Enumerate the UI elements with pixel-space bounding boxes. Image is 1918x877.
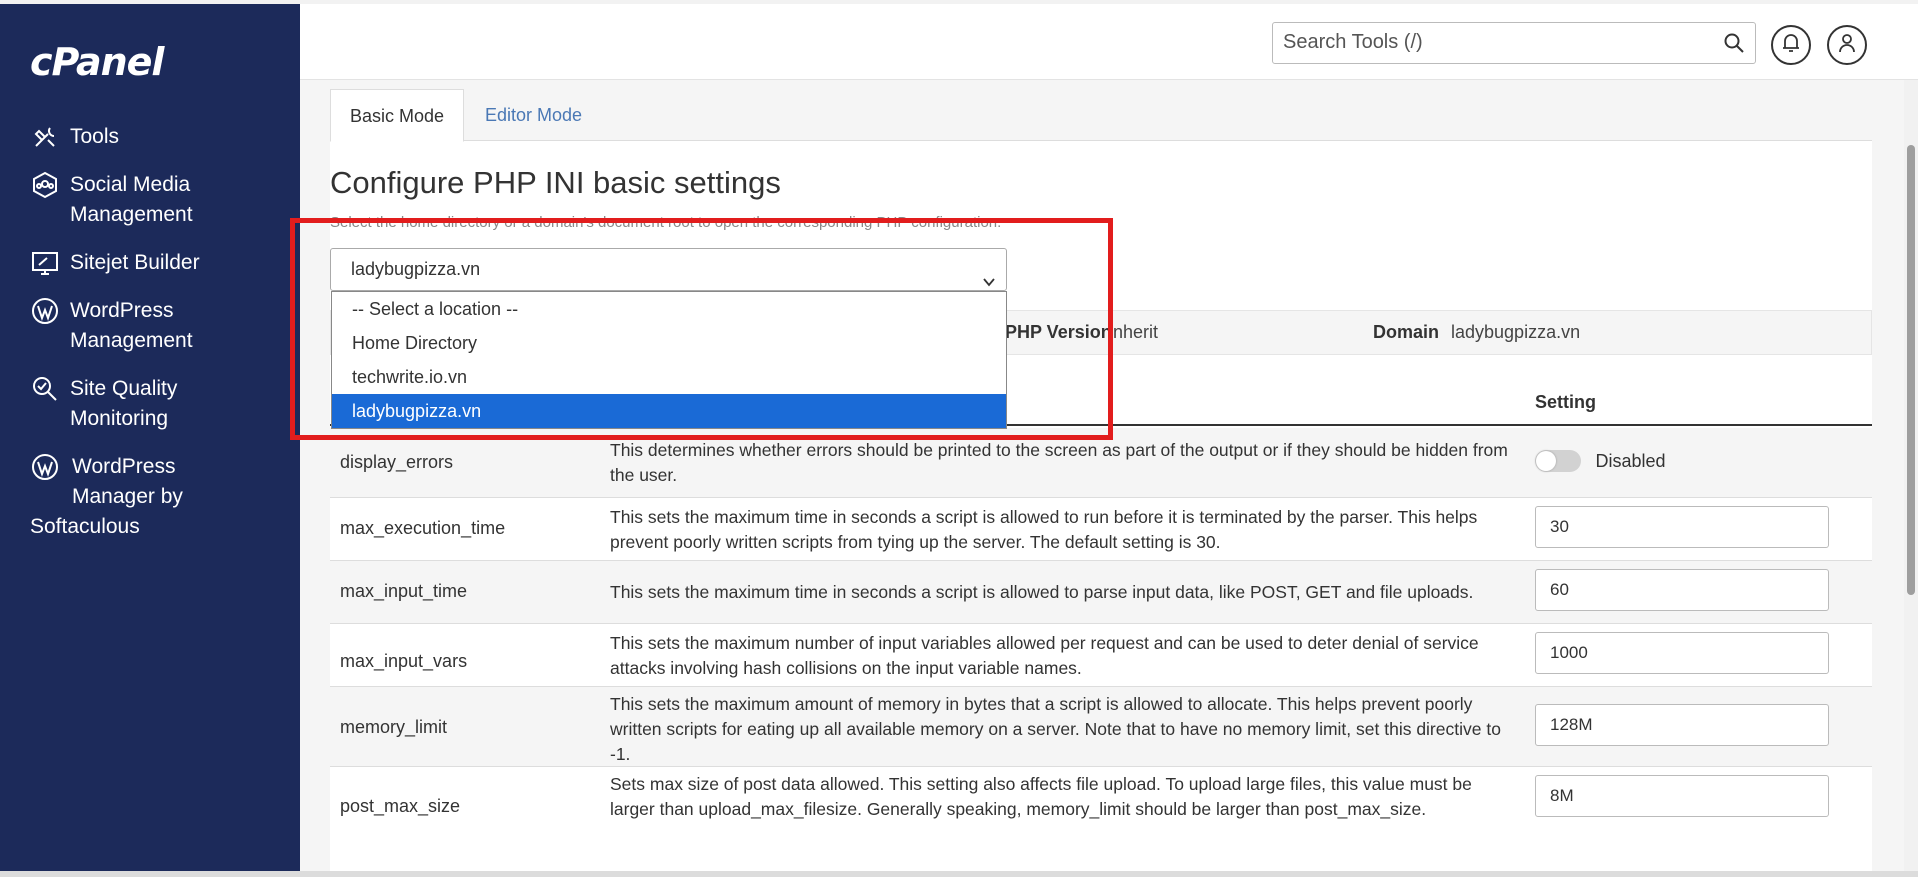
sidebar-item-label: WordPress [70,299,174,322]
sidebar-item-label: WordPress [72,455,176,478]
max-input-vars-input[interactable] [1535,632,1829,674]
sidebar-item-social-media[interactable]: Social Media Management [0,170,300,230]
sidebar-item-tools[interactable]: Tools [0,122,300,152]
directive-description: This sets the maximum time in seconds a … [610,507,1478,552]
tools-icon [30,122,60,152]
directive-name: display_errors [340,452,454,472]
table-row: memory_limit This sets the maximum amoun… [330,687,1872,767]
sidebar-item-label: Sitejet Builder [70,251,200,274]
display-errors-toggle[interactable] [1535,450,1581,472]
directive-name: post_max_size [340,796,461,816]
max-execution-time-input[interactable] [1535,506,1829,548]
directive-name: memory_limit [340,717,448,737]
domain-value: ladybugpizza.vn [1451,322,1581,342]
php-version-value: inherit [1109,322,1159,342]
user-menu-button[interactable] [1827,25,1867,65]
directive-name: max_input_time [340,581,468,601]
cpanel-logo[interactable]: cPanel [30,40,164,84]
user-icon [1838,33,1856,58]
directive-description: This sets the maximum number of input va… [610,633,1479,678]
toggle-knob [1536,451,1556,471]
top-header [300,0,1918,80]
main-panel: Basic Mode Editor Mode Configure PHP INI… [330,89,1872,877]
sidebar-item-label: Management [70,203,193,226]
post-max-size-input[interactable] [1535,775,1829,817]
memory-limit-input[interactable] [1535,704,1829,746]
table-row: max_input_vars This sets the maximum num… [330,624,1872,687]
dropdown-option-selected[interactable]: ladybugpizza.vn [332,394,1006,428]
tab-editor-mode[interactable]: Editor Mode [466,89,601,141]
table-row: display_errors This determines whether e… [330,428,1872,498]
directive-description: Sets max size of post data allowed. This… [610,774,1472,819]
notifications-button[interactable] [1771,25,1811,65]
dropdown-option[interactable]: Home Directory [332,326,1006,360]
dropdown-option[interactable]: techwrite.io.vn [332,360,1006,394]
page-subtitle: Select the home directory or a domain's … [330,214,1002,231]
sidebar-item-label: Social Media [70,173,191,196]
table-row: max_input_time This sets the maximum tim… [330,561,1872,624]
mode-tabs: Basic Mode Editor Mode [330,89,1872,142]
display-errors-setting: Disabled [1535,450,1666,472]
sidebar-item-wordpress-softaculous[interactable]: WordPress Manager by Softaculous [0,452,300,542]
sidebar-item-label: Softaculous [30,515,140,538]
sidebar-item-label: Management [70,329,193,352]
page-title: Configure PHP INI basic settings [330,165,781,200]
sidebar-item-label: Site Quality [70,377,178,400]
window-bottom-edge [0,871,1918,877]
sidebar-item-sitejet[interactable]: Sitejet Builder [0,248,300,278]
sitejet-icon [30,248,60,278]
page-scrollbar[interactable] [1904,80,1918,877]
search-input[interactable] [1283,23,1703,61]
scrollbar-thumb[interactable] [1907,145,1915,595]
bell-icon [1782,33,1800,58]
domain-label: Domain [1373,322,1440,342]
table-row: post_max_size Sets max size of post data… [330,767,1872,877]
directive-name: max_execution_time [340,518,506,538]
location-select-value: ladybugpizza.vn [351,259,481,279]
sidebar-item-site-quality[interactable]: Site Quality Monitoring [0,374,300,434]
table-row: max_execution_time This sets the maximum… [330,498,1872,561]
php-version-label: PHP Version [1005,322,1112,342]
directive-description: This sets the maximum amount of memory i… [610,694,1501,764]
dropdown-option[interactable]: -- Select a location -- [332,292,1006,326]
setting-column-header: Setting [1535,392,1596,412]
search-icon[interactable] [1723,32,1745,54]
social-media-icon [30,170,60,200]
wordpress-icon [30,296,60,326]
sidebar-nav: Tools Social Media Management Sitejet Bu… [0,122,300,560]
sidebar-item-label: Tools [70,125,120,148]
search-box [1272,22,1756,64]
directive-name: max_input_vars [340,651,468,671]
sidebar: cPanel Tools Social Media Management Sit… [0,0,300,877]
max-input-time-input[interactable] [1535,569,1829,611]
location-dropdown: -- Select a location -- Home Directory t… [331,291,1007,429]
sidebar-item-label: Manager by [72,485,183,508]
tab-basic-mode[interactable]: Basic Mode [330,89,465,142]
directive-description: This determines whether errors should be… [610,440,1508,485]
sidebar-item-wordpress-management[interactable]: WordPress Management [0,296,300,356]
location-select[interactable]: ladybugpizza.vn [330,248,1007,291]
wordpress-icon [30,452,60,482]
sidebar-item-label: Monitoring [70,407,169,430]
toggle-label: Disabled [1595,450,1666,471]
chevron-down-icon [982,263,996,287]
site-quality-icon [30,374,60,404]
directive-description: This sets the maximum time in seconds a … [610,582,1474,602]
